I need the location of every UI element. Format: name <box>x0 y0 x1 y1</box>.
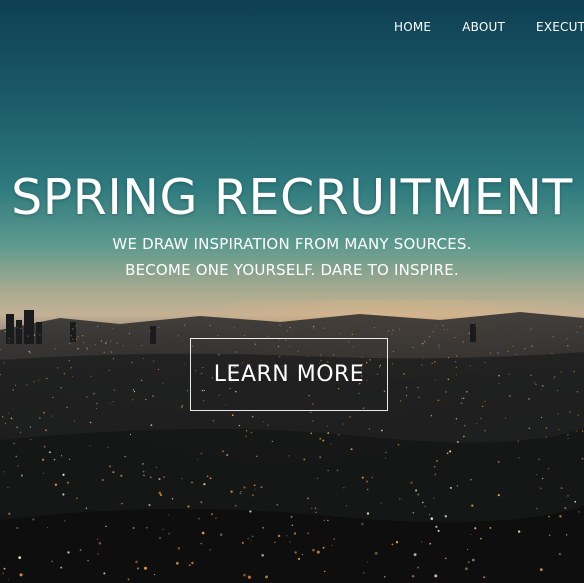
nav-item-about[interactable]: ABOUT <box>462 19 505 35</box>
city-skyline-image <box>0 310 584 583</box>
hero-title: SPRING RECRUITMENT <box>11 169 573 226</box>
main-nav: HOME ABOUT EXECUTIV <box>394 19 584 35</box>
hero-background <box>0 0 584 583</box>
hero-tagline-line-1: WE DRAW INSPIRATION FROM MANY SOURCES. <box>112 235 472 253</box>
nav-item-executive[interactable]: EXECUTIV <box>536 19 584 35</box>
learn-more-button[interactable]: LEARN MORE <box>190 338 388 411</box>
nav-item-home[interactable]: HOME <box>394 19 431 35</box>
hero-tagline-line-2: BECOME ONE YOURSELF. DARE TO INSPIRE. <box>125 261 459 279</box>
